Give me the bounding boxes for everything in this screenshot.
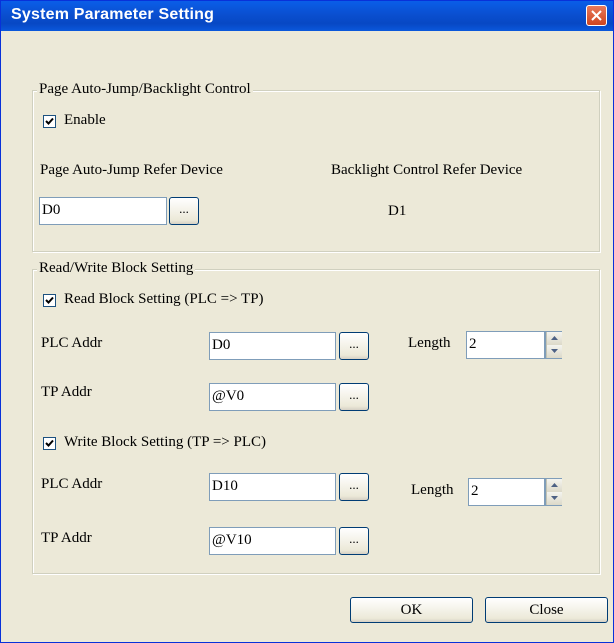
write-tp-addr-browse-button[interactable]: ... xyxy=(339,527,369,555)
read-length-label: Length xyxy=(408,335,451,351)
arrow-down-icon xyxy=(551,496,558,500)
close-icon xyxy=(591,10,602,21)
arrow-up-icon xyxy=(551,483,558,487)
read-plc-addr-input[interactable]: D0 xyxy=(209,332,336,360)
write-length-input[interactable]: 2 xyxy=(468,478,545,506)
refer-device-label: Page Auto-Jump Refer Device xyxy=(40,162,223,178)
write-plc-addr-input[interactable]: D10 xyxy=(209,473,336,501)
spin-down-button[interactable] xyxy=(546,345,562,358)
read-plc-addr-browse-button[interactable]: ... xyxy=(339,332,369,360)
system-parameter-dialog: System Parameter Setting Page Auto-Jump/… xyxy=(0,0,614,643)
write-plc-addr-browse-button[interactable]: ... xyxy=(339,473,369,501)
write-block-label: Write Block Setting (TP => PLC) xyxy=(64,434,266,450)
refer-device-input[interactable]: D0 xyxy=(39,197,167,225)
write-tp-addr-input[interactable]: @V10 xyxy=(209,527,336,555)
write-tp-addr-label: TP Addr xyxy=(41,530,92,546)
read-length-input[interactable]: 2 xyxy=(466,331,545,359)
backlight-value: D1 xyxy=(388,203,407,219)
read-tp-addr-label: TP Addr xyxy=(41,384,92,400)
checkmark-icon xyxy=(45,117,54,125)
checkmark-icon xyxy=(45,296,54,304)
backlight-label: Backlight Control Refer Device xyxy=(331,162,523,178)
spin-up-button[interactable] xyxy=(546,332,562,346)
title-bar[interactable]: System Parameter Setting xyxy=(1,1,613,31)
enable-label: Enable xyxy=(64,112,106,128)
close-window-button[interactable] xyxy=(586,5,607,26)
read-tp-addr-input[interactable]: @V0 xyxy=(209,383,336,411)
ok-button[interactable]: OK xyxy=(350,597,473,623)
enable-checkbox[interactable] xyxy=(43,115,56,128)
checkmark-icon xyxy=(45,439,54,447)
write-length-spinner[interactable] xyxy=(545,478,562,506)
read-length-spinner[interactable] xyxy=(545,331,562,359)
window-title: System Parameter Setting xyxy=(11,6,215,23)
write-plc-addr-label: PLC Addr xyxy=(41,476,103,492)
close-button[interactable]: Close xyxy=(485,597,608,623)
read-block-label: Read Block Setting (PLC => TP) xyxy=(64,291,264,307)
refer-device-browse-button[interactable]: ... xyxy=(169,197,199,225)
read-block-checkbox[interactable] xyxy=(43,294,56,307)
write-block-checkbox[interactable] xyxy=(43,437,56,450)
arrow-up-icon xyxy=(551,336,558,340)
spin-up-button[interactable] xyxy=(546,479,562,493)
arrow-down-icon xyxy=(551,349,558,353)
spin-down-button[interactable] xyxy=(546,492,562,505)
read-tp-addr-browse-button[interactable]: ... xyxy=(339,383,369,411)
read-plc-addr-label: PLC Addr xyxy=(41,335,103,351)
page-jump-legend: Page Auto-Jump/Backlight Control xyxy=(37,81,253,98)
write-length-label: Length xyxy=(411,482,454,498)
rw-block-legend: Read/Write Block Setting xyxy=(37,260,196,277)
